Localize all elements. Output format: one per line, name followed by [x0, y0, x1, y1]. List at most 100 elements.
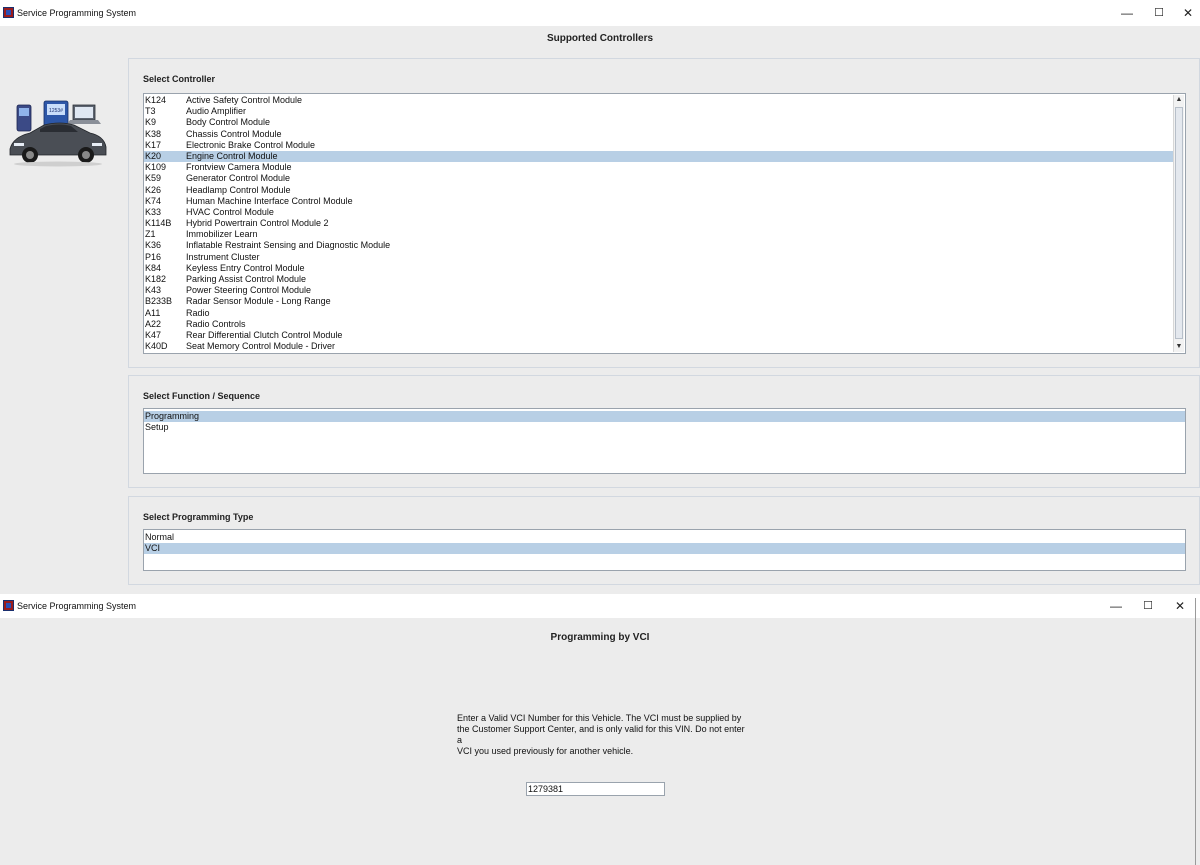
controller-name: Rear Differential Clutch Control Module [186, 329, 343, 340]
controller-code: A22 [145, 318, 162, 329]
controller-code: K114B [145, 218, 172, 229]
controller-row[interactable]: T3 Audio Amplifier [144, 106, 1173, 117]
controller-row[interactable]: K36 Inflatable Restraint Sensing and Diag… [144, 240, 1173, 251]
controller-row[interactable]: K38 Chassis Control Module [144, 129, 1173, 140]
title-bar: Service Programming System — ☐ ✕ [0, 0, 1200, 26]
programming-type-list[interactable]: Normal VCI [143, 529, 1186, 571]
page-title: Supported Controllers [546, 33, 654, 44]
controller-code: K26 [145, 184, 162, 195]
window-title: Service Programming System [17, 601, 137, 611]
controller-name: HVAC Control Module [186, 206, 274, 217]
controller-name: Chassis Control Module [186, 128, 282, 139]
controller-row[interactable]: K182 Parking Assist Control Module [144, 274, 1173, 285]
controller-code: K20 [145, 150, 162, 161]
controller-code: K124 [145, 95, 167, 105]
controller-code: K109 [145, 162, 167, 173]
controller-name: Radio Controls [186, 318, 246, 329]
controller-name: Power Steering Control Module [186, 285, 312, 296]
controller-row[interactable]: K9 Body Control Module [144, 117, 1173, 128]
minimize-button[interactable]: — [1119, 5, 1135, 21]
controller-row[interactable]: K17 Electronic Brake Control Module [144, 140, 1173, 151]
controller-list-scrollbar[interactable]: ▲ ▼ [1173, 95, 1184, 352]
controller-code: K47 [145, 329, 162, 340]
controller-name: Immobilizer Learn [186, 229, 258, 240]
controller-name: Generator Control Module [186, 173, 291, 184]
controller-name: Human Machine Interface Control Module [186, 195, 353, 206]
title-bar: Service Programming System — ☐ ✕ [0, 594, 1200, 618]
controller-code: P16 [145, 251, 162, 262]
controller-code: T3 [145, 106, 156, 117]
function-item-setup[interactable]: Setup [144, 422, 1185, 433]
controller-code: K74 [145, 195, 162, 206]
controller-code: K43 [145, 285, 162, 296]
controller-name: Instrument Cluster [186, 251, 260, 262]
select-programming-type-label: Select Programming Type [143, 512, 254, 522]
controller-list[interactable]: K124 Active Safety Control Module T3 Audio … [143, 93, 1186, 354]
controller-row[interactable]: K43 Power Steering Control Module [144, 285, 1173, 296]
app-icon [3, 7, 14, 18]
controller-row[interactable]: K20 Engine Control Module [144, 150, 1173, 163]
controller-row[interactable]: Z1 Immobilizer Learn [144, 229, 1173, 240]
programming-type-item-vci[interactable]: VCI [144, 543, 1185, 555]
scroll-thumb[interactable] [1175, 107, 1183, 339]
function-item-programming[interactable]: Programming [144, 411, 1185, 423]
select-controller-label: Select Controller [143, 74, 216, 84]
controller-code: K17 [145, 139, 162, 150]
vehicle-diagnostic-tools-image: 1253# [9, 100, 107, 167]
controller-name: Keyless Entry Control Module [186, 262, 305, 273]
controller-row[interactable]: K114B Hybrid Powertrain Control Module 2 [144, 218, 1173, 229]
programming-type-item-normal[interactable]: Normal [144, 532, 1185, 543]
svg-text:1253#: 1253# [49, 108, 63, 114]
window-border [1195, 598, 1196, 865]
controller-row[interactable]: A11 Radio [144, 308, 1173, 319]
maximize-button[interactable]: ☐ [1140, 598, 1156, 614]
controller-code: K33 [145, 206, 162, 217]
controller-row[interactable]: K59 Generator Control Module [144, 173, 1173, 184]
minimize-button[interactable]: — [1108, 598, 1124, 614]
scroll-up-icon[interactable]: ▲ [1174, 95, 1184, 105]
controller-row[interactable]: P16 Instrument Cluster [144, 252, 1173, 263]
vci-instructions: Enter a Valid VCI Number for this Vehicl… [457, 713, 745, 756]
controller-row[interactable]: K84 Keyless Entry Control Module [144, 263, 1173, 274]
controller-row[interactable]: K124 Active Safety Control Module [144, 95, 1173, 106]
controller-name: Parking Assist Control Module [186, 274, 307, 284]
vci-page-title: Programming by VCI [550, 632, 650, 643]
controller-row[interactable]: K47 Rear Differential Clutch Control Modu… [144, 330, 1173, 341]
select-programming-type-panel: Select Programming Type Normal VCI [128, 496, 1200, 585]
close-button[interactable]: ✕ [1172, 598, 1188, 614]
controller-name: Radio [186, 307, 210, 318]
controller-name: Body Control Module [186, 117, 271, 128]
controller-name: Hybrid Powertrain Control Module 2 [186, 218, 329, 229]
controller-row[interactable]: K40D Seat Memory Control Module - Driver [144, 341, 1173, 352]
controller-row[interactable]: K109 Frontview Camera Module [144, 162, 1173, 173]
controller-name: Headlamp Control Module [186, 184, 291, 195]
controller-code: K59 [145, 173, 162, 184]
scroll-down-icon[interactable]: ▼ [1174, 342, 1184, 352]
controller-row[interactable]: K33 HVAC Control Module [144, 207, 1173, 218]
maximize-button[interactable]: ☐ [1151, 5, 1167, 21]
controller-code: K9 [145, 117, 157, 128]
controller-name: Inflatable Restraint Sensing and Diagnos… [186, 240, 391, 251]
controller-name: Seat Memory Control Module - Driver [186, 341, 336, 352]
supported-controllers-window: Service Programming System — ☐ ✕ Support… [0, 0, 1200, 590]
controller-code: K38 [145, 128, 162, 139]
function-list[interactable]: Programming Setup [143, 408, 1186, 474]
controller-name: Active Safety Control Module [186, 95, 303, 105]
controller-row[interactable]: K74 Human Machine Interface Control Modul… [144, 196, 1173, 207]
controller-code: K36 [145, 240, 162, 251]
close-button[interactable]: ✕ [1180, 5, 1196, 21]
controller-row[interactable]: K26 Headlamp Control Module [144, 185, 1173, 196]
controller-code: Z1 [145, 229, 156, 240]
controller-name: Radar Sensor Module - Long Range [186, 296, 331, 307]
select-controller-panel: Select Controller K124 Active Safety Cont… [128, 58, 1200, 368]
controller-code: K182 [145, 274, 167, 284]
controller-code: K40D [145, 341, 168, 352]
app-icon [3, 600, 14, 611]
vci-number-input[interactable] [526, 782, 665, 796]
select-function-panel: Select Function / Sequence Programming S… [128, 375, 1200, 488]
select-function-label: Select Function / Sequence [143, 391, 261, 401]
controller-row[interactable]: B233B Radar Sensor Module - Long Range [144, 296, 1173, 307]
controller-name: Audio Amplifier [186, 106, 247, 117]
window-title: Service Programming System [17, 8, 137, 18]
controller-row[interactable]: A22 Radio Controls [144, 319, 1173, 330]
